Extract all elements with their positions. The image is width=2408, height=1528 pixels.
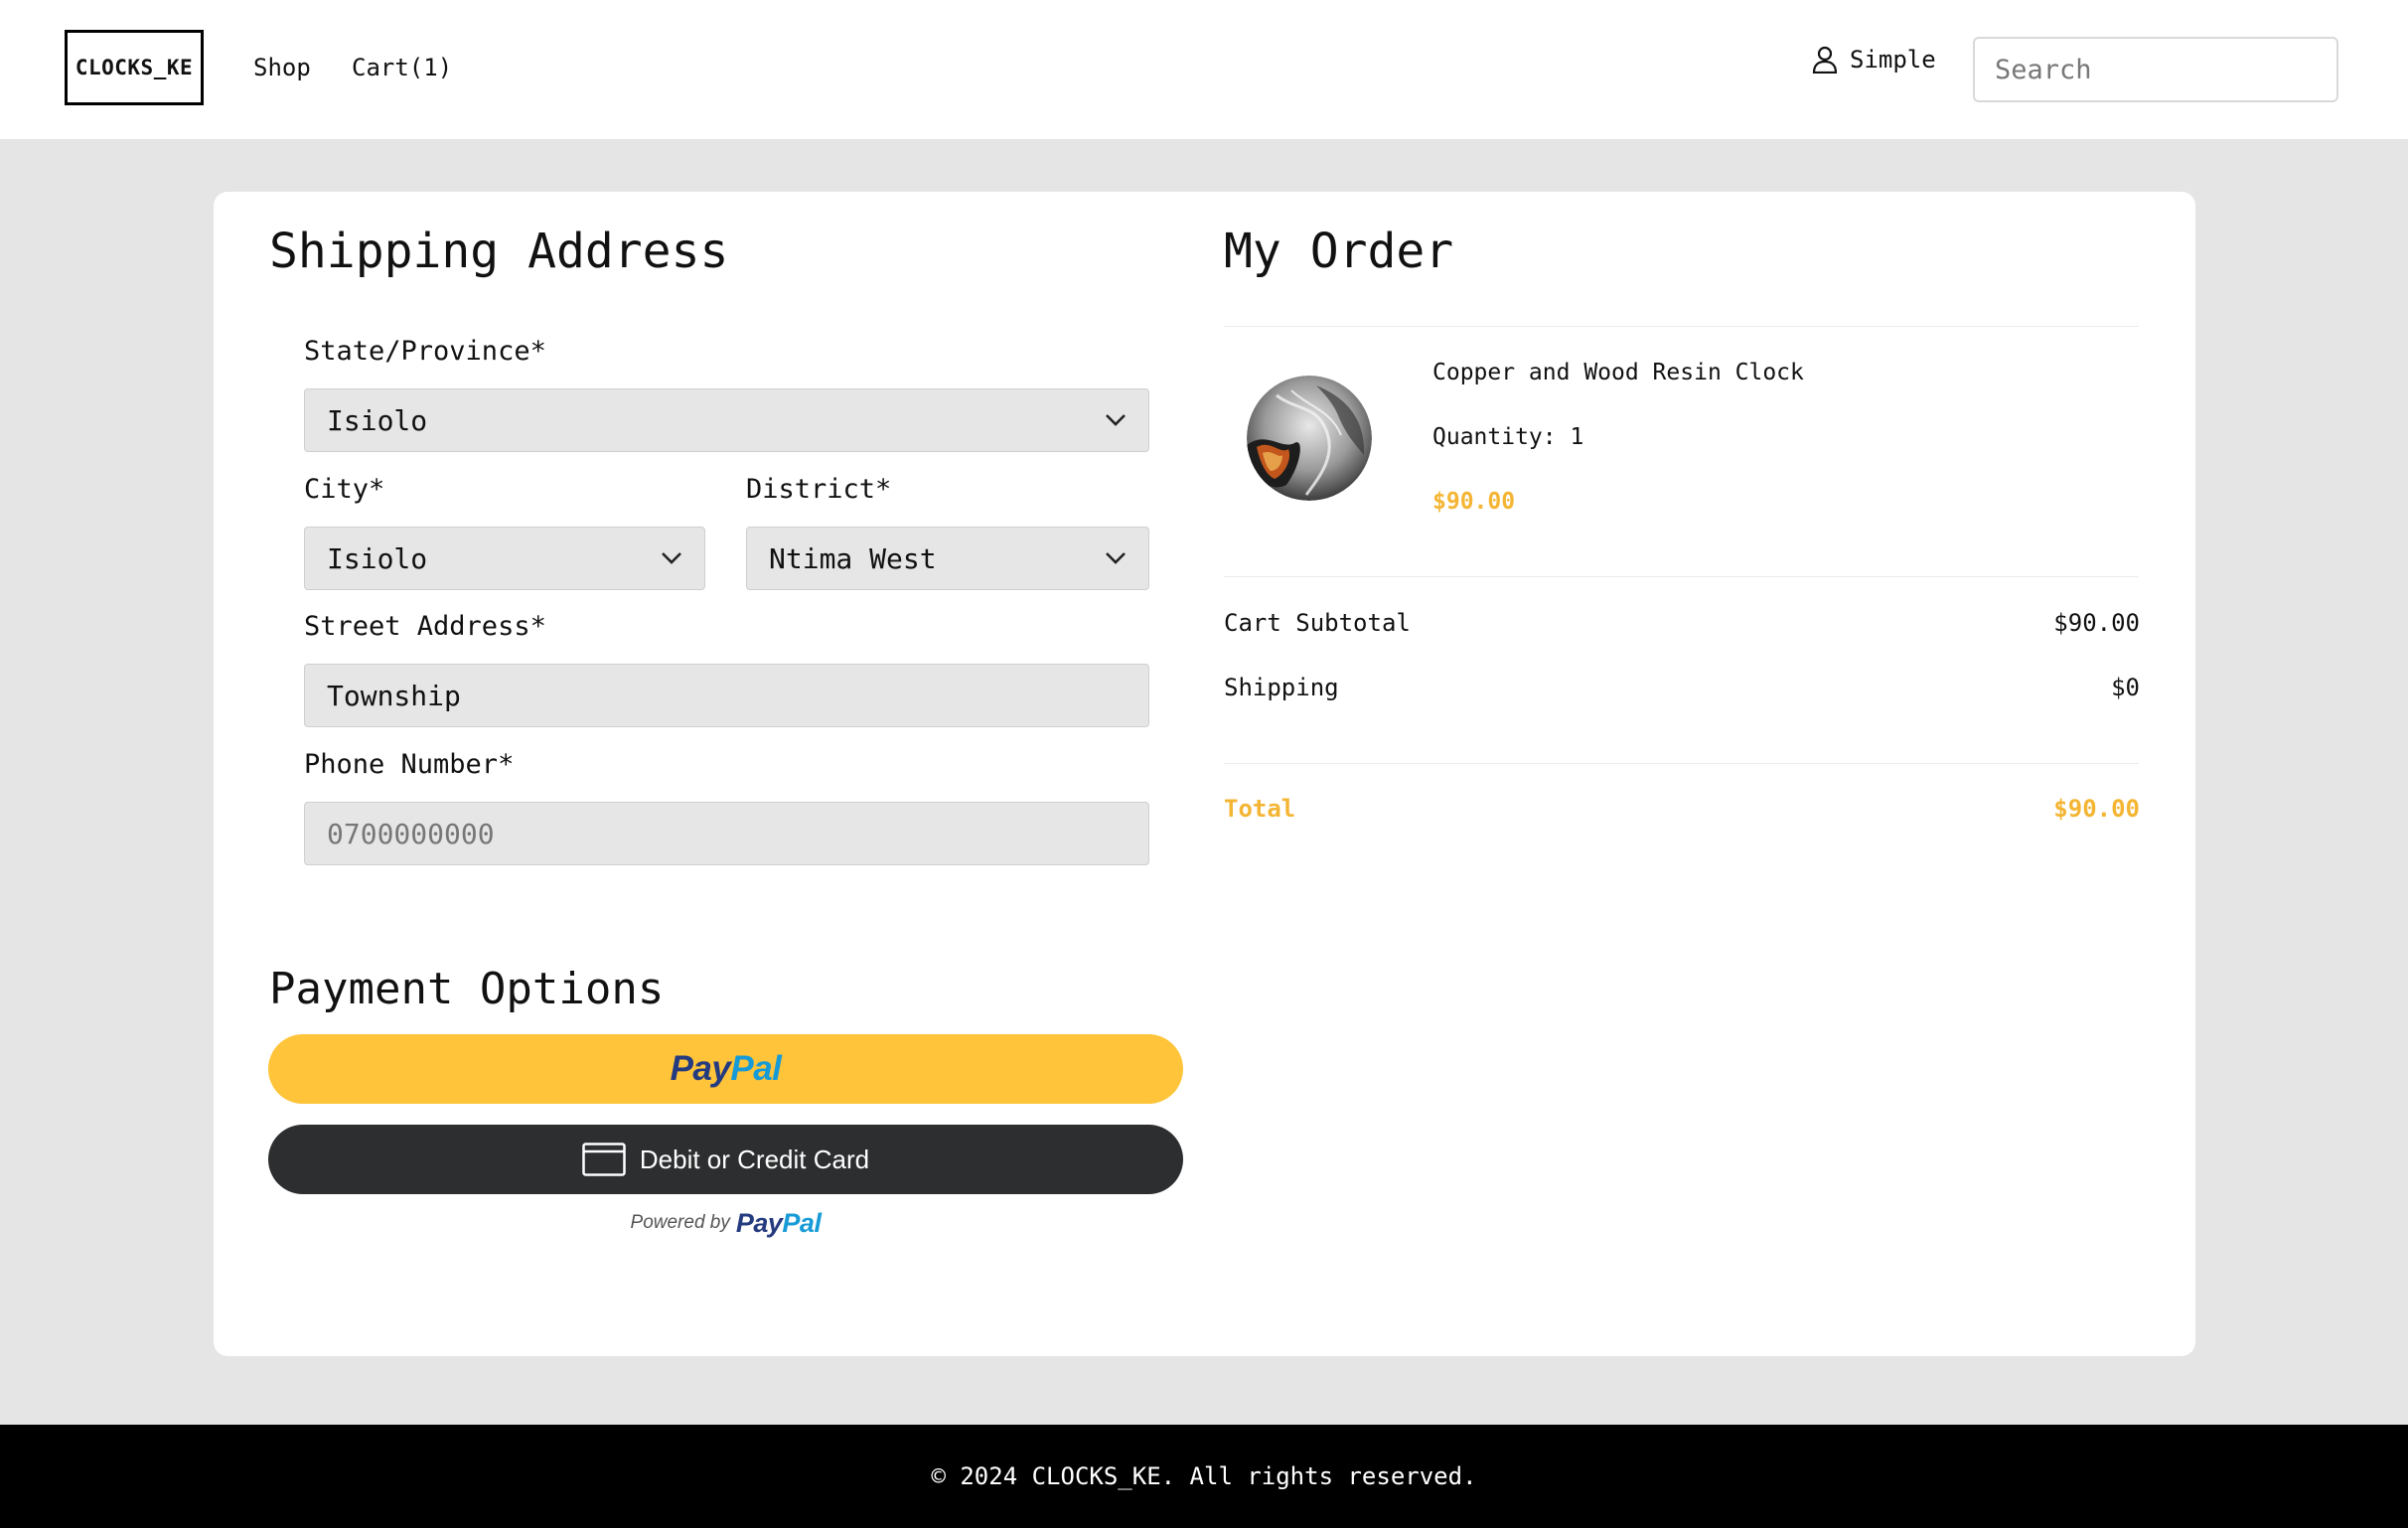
phone-number-placeholder: 0700000000 (327, 817, 495, 850)
product-quantity: Quantity: 1 (1432, 424, 1584, 450)
debit-credit-card-button[interactable]: Debit or Credit Card (268, 1125, 1183, 1194)
city-select-value: Isiolo (327, 541, 428, 575)
street-address-value: Township (327, 679, 461, 712)
state-label: State/Province* (304, 336, 546, 367)
paypal-button[interactable]: PayPal (268, 1034, 1183, 1104)
street-address-label: Street Address* (304, 611, 546, 642)
district-select[interactable]: Ntima West (746, 527, 1149, 590)
state-select-value: Isiolo (327, 403, 428, 437)
phone-number-label: Phone Number* (304, 749, 515, 780)
payment-options-title: Payment Options (269, 964, 665, 1014)
city-label: City* (304, 474, 385, 505)
city-select[interactable]: Isiolo (304, 527, 705, 590)
district-select-value: Ntima West (769, 541, 937, 575)
street-address-input[interactable]: Township (304, 664, 1149, 727)
footer: © 2024 CLOCKS_KE. All rights reserved. (0, 1425, 2408, 1528)
total-value: $90.00 (2053, 795, 2140, 823)
my-order-title: My Order (1224, 224, 1454, 279)
total-label: Total (1224, 795, 1296, 823)
shipping-cost-value: $0 (2111, 674, 2140, 701)
paypal-logo-small: PayPal (735, 1207, 822, 1238)
product-image (1247, 376, 1372, 501)
product-name: Copper and Wood Resin Clock (1432, 360, 1804, 385)
phone-number-input[interactable]: 0700000000 (304, 802, 1149, 865)
user-account-link[interactable]: Simple (1812, 44, 1936, 76)
paypal-logo: PayPal (670, 1049, 782, 1088)
cart-subtotal-value: $90.00 (2053, 609, 2140, 637)
order-divider-bottom (1224, 763, 2139, 764)
nav-link-cart[interactable]: Cart(1) (352, 54, 452, 81)
shipping-cost-label: Shipping (1224, 674, 1339, 701)
order-divider-mid (1224, 576, 2139, 577)
order-divider-top (1224, 326, 2139, 327)
top-navbar: CLOCKS_KE Shop Cart(1) Simple (0, 0, 2408, 139)
credit-card-icon (582, 1143, 626, 1176)
cart-subtotal-label: Cart Subtotal (1224, 609, 1411, 637)
search-input[interactable] (1973, 37, 2338, 102)
product-price: $90.00 (1432, 489, 1516, 515)
user-name: Simple (1850, 46, 1936, 74)
chevron-down-icon (1106, 414, 1126, 426)
chevron-down-icon (1106, 552, 1126, 564)
district-label: District* (746, 474, 892, 505)
chevron-down-icon (662, 552, 681, 564)
footer-copyright: © 2024 CLOCKS_KE. All rights reserved. (931, 1462, 1477, 1490)
state-select[interactable]: Isiolo (304, 388, 1149, 452)
card-button-label: Debit or Credit Card (639, 1144, 870, 1174)
site-logo[interactable]: CLOCKS_KE (65, 30, 204, 105)
nav-link-shop[interactable]: Shop (253, 54, 311, 81)
user-icon (1812, 46, 1838, 74)
powered-by-paypal: Powered by PayPal (268, 1208, 1183, 1238)
shipping-address-title: Shipping Address (269, 224, 729, 279)
powered-by-text: Powered by (630, 1212, 730, 1233)
